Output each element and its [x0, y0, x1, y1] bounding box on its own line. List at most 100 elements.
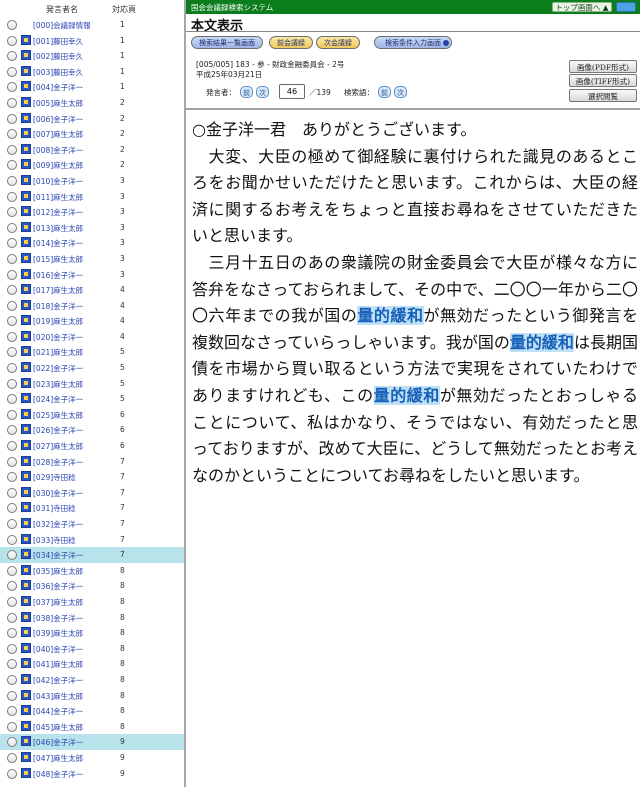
next-meeting-button[interactable]: 次会議録	[316, 36, 360, 49]
speaker-row[interactable]: [006]金子洋一 2	[0, 111, 184, 127]
speaker-link[interactable]: [033]寺田稔	[33, 535, 76, 546]
speaker-image-icon[interactable]	[21, 751, 31, 762]
speaker-link[interactable]: [037]麻生太郎	[33, 597, 83, 608]
speaker-row[interactable]: [012]金子洋一 3	[0, 204, 184, 220]
previous-meeting-button[interactable]: 前会議録	[269, 36, 313, 49]
speaker-row[interactable]: [028]金子洋一 7	[0, 454, 184, 470]
speaker-link[interactable]: [036]金子洋一	[33, 581, 83, 592]
speaker-row[interactable]: [047]麻生太郎 9	[0, 750, 184, 766]
speaker-row[interactable]: [002]藤田幸久 1	[0, 48, 184, 64]
select-checkbox[interactable]	[7, 487, 17, 498]
speaker-image-icon[interactable]	[21, 720, 31, 731]
select-checkbox[interactable]	[7, 503, 17, 514]
select-checkbox[interactable]	[7, 113, 17, 124]
speaker-link[interactable]: [002]藤田幸久	[33, 51, 83, 62]
speaker-row[interactable]: [024]金子洋一 5	[0, 391, 184, 407]
speaker-link[interactable]: [025]麻生太郎	[33, 410, 83, 421]
speaker-link[interactable]: [015]麻生太郎	[33, 254, 83, 265]
speaker-image-icon[interactable]	[21, 221, 31, 232]
speaker-image-icon[interactable]	[21, 533, 31, 544]
help-button[interactable]	[616, 2, 636, 12]
speaker-image-icon[interactable]	[21, 502, 31, 513]
speaker-row[interactable]: [004]金子洋一 1	[0, 79, 184, 95]
select-checkbox[interactable]	[7, 269, 17, 280]
select-checkbox[interactable]	[7, 238, 17, 249]
speaker-link[interactable]: [017]麻生太郎	[33, 285, 83, 296]
select-checkbox[interactable]	[7, 519, 17, 529]
speaker-image-icon[interactable]	[21, 190, 31, 201]
select-checkbox[interactable]	[7, 175, 17, 186]
select-checkbox[interactable]	[7, 191, 17, 202]
speaker-link[interactable]: [042]金子洋一	[33, 675, 83, 686]
select-checkbox[interactable]	[7, 144, 17, 155]
select-checkbox[interactable]	[7, 316, 17, 327]
speaker-link[interactable]: [004]金子洋一	[33, 82, 83, 93]
speaker-image-icon[interactable]	[21, 736, 31, 747]
select-checkbox[interactable]	[7, 596, 17, 607]
speaker-row[interactable]: [025]麻生太郎 6	[0, 407, 184, 423]
speaker-row[interactable]: [016]金子洋一 3	[0, 267, 184, 283]
top-page-button[interactable]: トップ画面へ ▲	[552, 2, 612, 12]
speaker-link[interactable]: [041]麻生太郎	[33, 659, 83, 670]
speaker-link[interactable]: [028]金子洋一	[33, 457, 83, 468]
speaker-row[interactable]: [033]寺田稔 7	[0, 532, 184, 548]
speaker-link[interactable]: [016]金子洋一	[33, 270, 83, 281]
speaker-link[interactable]: [023]麻生太郎	[33, 379, 83, 390]
next-speaker-button[interactable]: 次	[256, 86, 269, 98]
speaker-row[interactable]: [042]金子洋一 8	[0, 672, 184, 688]
speaker-link[interactable]: [014]金子洋一	[33, 238, 83, 249]
speaker-link[interactable]: [001]藤田幸久	[33, 36, 83, 47]
speaker-row[interactable]: [010]金子洋一 3	[0, 173, 184, 189]
speaker-row[interactable]: [027]麻生太郎 6	[0, 438, 184, 454]
speaker-image-icon[interactable]	[21, 34, 31, 45]
select-checkbox[interactable]	[7, 643, 17, 654]
tiff-image-button[interactable]: 画像(TIFF形式)	[569, 74, 637, 87]
speaker-row[interactable]: [044]金子洋一 8	[0, 703, 184, 719]
speaker-row[interactable]: [026]金子洋一 6	[0, 422, 184, 438]
speaker-image-icon[interactable]	[21, 377, 31, 388]
speaker-row[interactable]: [013]麻生太郎 3	[0, 220, 184, 236]
select-checkbox[interactable]	[7, 721, 17, 732]
speaker-link[interactable]: [003]藤田幸久	[33, 67, 83, 78]
speaker-link[interactable]: [029]寺田稔	[33, 472, 76, 483]
speaker-row[interactable]: [041]麻生太郎 8	[0, 656, 184, 672]
speaker-link[interactable]: [019]麻生太郎	[33, 316, 83, 327]
speaker-link[interactable]: [007]麻生太郎	[33, 129, 83, 140]
select-checkbox[interactable]	[7, 51, 17, 62]
previous-speaker-button[interactable]: 前	[240, 86, 253, 98]
speaker-image-icon[interactable]	[21, 767, 31, 778]
speaker-image-icon[interactable]	[21, 237, 31, 248]
select-checkbox[interactable]	[7, 472, 17, 483]
speaker-row[interactable]: [030]金子洋一 7	[0, 485, 184, 501]
select-checkbox[interactable]	[7, 674, 17, 685]
select-view-button[interactable]: 選択閲覧	[569, 89, 637, 102]
speaker-image-icon[interactable]	[21, 471, 31, 482]
speaker-image-icon[interactable]	[21, 65, 31, 76]
speaker-row[interactable]: [001]藤田幸久 1	[0, 33, 184, 49]
speaker-image-icon[interactable]	[21, 299, 31, 310]
speaker-link[interactable]: [031]寺田稔	[33, 503, 76, 514]
speaker-link[interactable]: [043]麻生太郎	[33, 691, 83, 702]
speaker-image-icon[interactable]	[21, 50, 31, 61]
select-checkbox[interactable]	[7, 565, 17, 576]
speaker-link[interactable]: [027]麻生太郎	[33, 441, 83, 452]
speaker-row[interactable]: [000]会議録情報 1	[0, 17, 184, 33]
speaker-image-icon[interactable]	[21, 128, 31, 139]
select-checkbox[interactable]	[7, 253, 17, 264]
select-checkbox[interactable]	[7, 82, 17, 93]
speaker-image-icon[interactable]	[21, 252, 31, 263]
speaker-number-input[interactable]	[279, 84, 305, 99]
speaker-link[interactable]: [044]金子洋一	[33, 706, 83, 717]
speaker-row[interactable]: [031]寺田稔 7	[0, 500, 184, 516]
speaker-link[interactable]: [005]麻生太郎	[33, 98, 83, 109]
speaker-image-icon[interactable]	[21, 658, 31, 669]
select-checkbox[interactable]	[7, 534, 17, 545]
speaker-row[interactable]: [005]麻生太郎 2	[0, 95, 184, 111]
speaker-link[interactable]: [032]金子洋一	[33, 519, 83, 530]
speaker-link[interactable]: [035]麻生太郎	[33, 566, 83, 577]
speaker-link[interactable]: [046]金子洋一	[33, 737, 83, 748]
speaker-row[interactable]: [032]金子洋一 7	[0, 516, 184, 532]
speaker-row[interactable]: [036]金子洋一 8	[0, 578, 184, 594]
speaker-row[interactable]: [037]麻生太郎 8	[0, 594, 184, 610]
speaker-image-icon[interactable]	[21, 689, 31, 700]
